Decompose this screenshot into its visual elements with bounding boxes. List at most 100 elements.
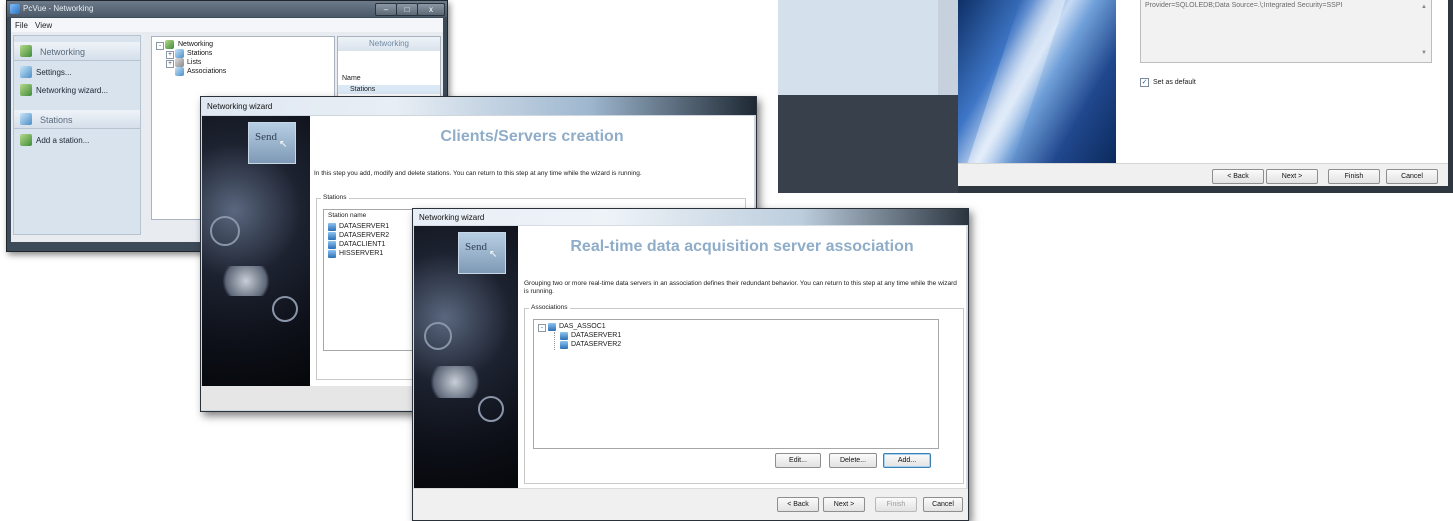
collapse-toggle[interactable]: -: [156, 42, 164, 50]
window-title: Networking wizard: [419, 213, 485, 222]
nav-group-stations[interactable]: Stations: [14, 110, 140, 129]
wizard-icon: [20, 84, 32, 96]
step-heading: Clients/Servers creation: [440, 128, 624, 145]
app-icon: [10, 4, 20, 14]
tree-item-member[interactable]: DATASERVER1: [571, 332, 621, 339]
wizard-side-image: Send ↖: [414, 226, 518, 488]
column-station-name[interactable]: Station name: [328, 212, 366, 219]
set-default-label: Set as default: [1153, 79, 1196, 86]
side-panel-edge: [938, 0, 958, 95]
wizard-window-association: Networking wizard Send ↖ Real-time data …: [412, 208, 969, 521]
nav-item-add-station[interactable]: Add a station...: [14, 132, 140, 148]
stations-icon: [20, 113, 32, 125]
list-item-label: Stations: [350, 86, 376, 93]
nav-item-networking-wizard[interactable]: Networking wizard...: [14, 82, 140, 98]
list-item-selected[interactable]: Stations: [338, 85, 440, 94]
edit-button[interactable]: Edit...: [775, 453, 821, 468]
nav-item-label: Networking wizard...: [36, 86, 109, 95]
finish-button[interactable]: Finish: [1328, 169, 1380, 184]
title-bar: Networking wizard: [413, 209, 968, 225]
tree-item-stations[interactable]: Stations: [187, 50, 212, 57]
send-key-label: Send: [255, 131, 277, 143]
cancel-button[interactable]: Cancel: [1386, 169, 1438, 184]
set-default-checkbox[interactable]: ✓: [1140, 78, 1149, 87]
station-label: DATASERVER1: [339, 223, 390, 230]
group-label: Associations: [529, 304, 570, 311]
cable-decor: [424, 366, 486, 398]
circuit-ring-decor: [272, 296, 298, 322]
expand-toggle[interactable]: +: [166, 60, 174, 68]
back-button[interactable]: < Back: [777, 497, 819, 512]
scroll-up-arrow-icon[interactable]: ▲: [1421, 4, 1427, 10]
server-icon: [328, 250, 336, 258]
station-label: DATASERVER2: [339, 232, 390, 239]
nav-group-label: Stations: [40, 115, 73, 125]
nav-item-settings[interactable]: Settings...: [14, 64, 140, 80]
connection-string-text: Provider=SQLOLEDB;Data Source=.\;Integra…: [1145, 2, 1343, 9]
networking-icon: [20, 45, 32, 57]
tree-item-member[interactable]: DATASERVER2: [571, 341, 621, 348]
wizard-footer: < Back Next > Finish Cancel: [413, 488, 968, 520]
nav-group-networking[interactable]: Networking: [14, 42, 140, 61]
menu-bar: File View: [11, 18, 443, 32]
next-button[interactable]: Next >: [823, 497, 865, 512]
nav-item-label: Settings...: [36, 68, 72, 77]
tree-item-association[interactable]: DAS_ASSOC1: [559, 323, 606, 330]
cable-decor: [216, 266, 276, 296]
send-key-label: Send: [465, 241, 487, 253]
navigation-pane: Networking Settings... Networking wizard…: [13, 35, 141, 235]
add-button[interactable]: Add...: [883, 453, 931, 468]
cursor-arrow-icon: ↖: [489, 249, 498, 260]
stations-list[interactable]: Station name DATASERVER1 DATASERVER2 DAT…: [323, 209, 421, 351]
banner-highlight: [967, 0, 1066, 163]
server-icon: [560, 341, 568, 349]
expand-toggle[interactable]: +: [166, 51, 174, 59]
wizard-side-image: Send ↖: [202, 116, 310, 386]
menu-view[interactable]: View: [35, 21, 52, 30]
tree-connector: [554, 332, 556, 350]
tree-item-associations[interactable]: Associations: [187, 68, 226, 75]
stations-icon: [175, 49, 184, 58]
wizard-content: Provider=SQLOLEDB;Data Source=.\;Integra…: [1116, 0, 1448, 163]
server-icon: [328, 241, 336, 249]
cancel-button[interactable]: Cancel: [923, 497, 963, 512]
details-header: Networking: [338, 37, 440, 51]
close-button[interactable]: x: [417, 3, 445, 16]
connection-string-box[interactable]: Provider=SQLOLEDB;Data Source=.\;Integra…: [1140, 0, 1432, 63]
associations-icon: [175, 67, 184, 76]
tree-item-lists[interactable]: Lists: [187, 59, 201, 66]
title-bar: Networking wizard: [201, 97, 756, 115]
column-name[interactable]: Name: [342, 75, 361, 82]
delete-button[interactable]: Delete...: [829, 453, 877, 468]
associations-group: Associations - DAS_ASSOC1 DATASERVER1 DA…: [524, 304, 964, 484]
back-button[interactable]: < Back: [1212, 169, 1264, 184]
settings-icon: [20, 66, 32, 78]
send-key-image: Send ↖: [458, 232, 506, 274]
window-title: PcVue - Networking: [23, 4, 94, 13]
menu-file[interactable]: File: [15, 21, 28, 30]
server-icon: [328, 232, 336, 240]
tree-item-networking[interactable]: Networking: [178, 41, 213, 48]
add-station-icon: [20, 134, 32, 146]
maximize-button[interactable]: □: [396, 3, 418, 16]
next-button[interactable]: Next >: [1266, 169, 1318, 184]
associations-tree[interactable]: - DAS_ASSOC1 DATASERVER1 DATASERVER2: [533, 319, 939, 449]
nav-item-label: Add a station...: [36, 136, 90, 145]
minimize-button[interactable]: –: [375, 3, 397, 16]
wizard-content: Real-time data acquisition server associ…: [518, 226, 966, 488]
window-title: Networking wizard: [207, 102, 273, 111]
side-panel: [778, 0, 938, 95]
collapse-toggle[interactable]: -: [538, 324, 546, 332]
step-description: Grouping two or more real-time data serv…: [524, 280, 957, 295]
networking-icon: [165, 40, 174, 49]
cursor-arrow-icon: ↖: [279, 139, 288, 150]
circuit-ring-decor: [424, 322, 452, 350]
nav-group-label: Networking: [40, 47, 86, 57]
circuit-ring-decor: [478, 396, 504, 422]
step-heading: Real-time data acquisition server associ…: [570, 238, 914, 255]
wizard-footer: < Back Next > Finish Cancel: [958, 163, 1448, 186]
send-key-image: Send ↖: [248, 122, 296, 164]
scroll-down-arrow-icon[interactable]: ▼: [1421, 50, 1427, 56]
finish-button[interactable]: Finish: [875, 497, 917, 512]
wizard-banner-image: [958, 0, 1116, 163]
